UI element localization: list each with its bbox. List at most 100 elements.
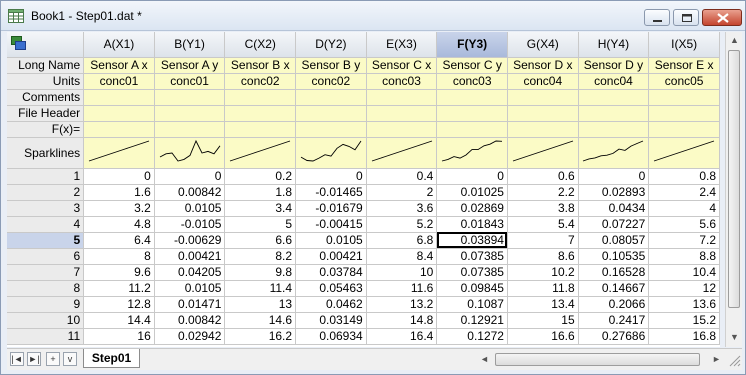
minimize-button[interactable] bbox=[644, 9, 670, 26]
data-cell[interactable]: 5.4 bbox=[507, 216, 579, 233]
close-button[interactable] bbox=[702, 9, 742, 26]
long-name-cell[interactable]: Sensor C y bbox=[436, 57, 508, 74]
column-header[interactable]: C(X2) bbox=[224, 32, 297, 58]
empty-meta-cell[interactable] bbox=[154, 105, 226, 122]
empty-meta-cell[interactable] bbox=[366, 89, 438, 106]
data-cell[interactable]: 0.16528 bbox=[578, 264, 650, 281]
data-cell[interactable]: 0.27686 bbox=[578, 328, 650, 345]
data-cell[interactable]: 0.1272 bbox=[436, 328, 508, 345]
vertical-scroll-thumb[interactable] bbox=[728, 50, 740, 308]
sparkline-cell[interactable] bbox=[295, 137, 367, 169]
data-cell[interactable]: 0.02893 bbox=[578, 184, 650, 201]
empty-meta-cell[interactable] bbox=[295, 89, 367, 106]
empty-meta-cell[interactable] bbox=[436, 89, 508, 106]
column-header[interactable]: G(X4) bbox=[507, 32, 579, 58]
data-cell[interactable]: 0.6 bbox=[507, 168, 579, 185]
data-cell[interactable]: 0 bbox=[578, 168, 650, 185]
empty-meta-cell[interactable] bbox=[83, 121, 155, 138]
data-cell[interactable]: 0.06934 bbox=[295, 328, 367, 345]
empty-meta-cell[interactable] bbox=[224, 105, 297, 122]
column-header[interactable]: F(Y3) bbox=[436, 32, 508, 58]
data-cell[interactable]: 7 bbox=[507, 232, 579, 249]
empty-meta-cell[interactable] bbox=[648, 89, 720, 106]
data-cell[interactable]: 1.6 bbox=[83, 184, 155, 201]
data-cell[interactable]: 0.01025 bbox=[436, 184, 508, 201]
row-number[interactable]: 2 bbox=[7, 184, 85, 201]
data-cell[interactable]: 0.04205 bbox=[154, 264, 226, 281]
data-cell[interactable]: 0.08057 bbox=[578, 232, 650, 249]
empty-meta-cell[interactable] bbox=[224, 89, 297, 106]
data-cell[interactable]: 0.00421 bbox=[154, 248, 226, 265]
empty-meta-cell[interactable] bbox=[295, 105, 367, 122]
data-cell[interactable]: 1.8 bbox=[224, 184, 297, 201]
data-cell[interactable]: 0.03149 bbox=[295, 312, 367, 329]
column-header[interactable]: I(X5) bbox=[648, 32, 720, 58]
data-cell[interactable]: 0.1087 bbox=[436, 296, 508, 313]
units-cell[interactable]: conc03 bbox=[436, 73, 508, 90]
data-cell[interactable]: 0.10535 bbox=[578, 248, 650, 265]
select-all-corner[interactable] bbox=[7, 32, 85, 58]
data-cell[interactable]: 10.2 bbox=[507, 264, 579, 281]
empty-meta-cell[interactable] bbox=[83, 105, 155, 122]
empty-meta-cell[interactable] bbox=[366, 121, 438, 138]
empty-meta-cell[interactable] bbox=[154, 89, 226, 106]
data-cell[interactable]: 0.03894 bbox=[436, 232, 508, 249]
data-cell[interactable]: 0.0105 bbox=[154, 280, 226, 297]
data-cell[interactable]: 8.2 bbox=[224, 248, 297, 265]
data-cell[interactable]: 0.12921 bbox=[436, 312, 508, 329]
data-cell[interactable]: 3.8 bbox=[507, 200, 579, 217]
column-header[interactable]: H(Y4) bbox=[578, 32, 650, 58]
data-cell[interactable]: -0.00629 bbox=[154, 232, 226, 249]
horizontal-scrollbar[interactable]: ◄ ► bbox=[477, 352, 725, 367]
sparkline-cell[interactable] bbox=[224, 137, 297, 169]
data-cell[interactable]: 8.8 bbox=[648, 248, 720, 265]
data-cell[interactable]: 0.0434 bbox=[578, 200, 650, 217]
data-cell[interactable]: 0.14667 bbox=[578, 280, 650, 297]
data-cell[interactable]: 5.2 bbox=[366, 216, 438, 233]
data-cell[interactable]: 8 bbox=[83, 248, 155, 265]
empty-meta-cell[interactable] bbox=[295, 121, 367, 138]
units-cell[interactable]: conc02 bbox=[224, 73, 297, 90]
data-cell[interactable]: 11.6 bbox=[366, 280, 438, 297]
units-cell[interactable]: conc01 bbox=[83, 73, 155, 90]
units-cell[interactable]: conc03 bbox=[366, 73, 438, 90]
empty-meta-cell[interactable] bbox=[578, 105, 650, 122]
sparkline-cell[interactable] bbox=[436, 137, 508, 169]
data-cell[interactable]: 8.6 bbox=[507, 248, 579, 265]
data-cell[interactable]: 0 bbox=[83, 168, 155, 185]
column-header[interactable]: B(Y1) bbox=[154, 32, 226, 58]
data-cell[interactable]: 14.4 bbox=[83, 312, 155, 329]
data-cell[interactable]: 0 bbox=[154, 168, 226, 185]
last-sheet-button[interactable]: ►| bbox=[27, 352, 41, 366]
data-cell[interactable]: 0.00842 bbox=[154, 312, 226, 329]
data-cell[interactable]: 11.2 bbox=[83, 280, 155, 297]
data-cell[interactable]: 2.2 bbox=[507, 184, 579, 201]
units-cell[interactable]: conc01 bbox=[154, 73, 226, 90]
column-header[interactable]: A(X1) bbox=[83, 32, 155, 58]
data-cell[interactable]: 3.2 bbox=[83, 200, 155, 217]
first-sheet-button[interactable]: |◄ bbox=[10, 352, 24, 366]
empty-meta-cell[interactable] bbox=[154, 121, 226, 138]
data-cell[interactable]: 0.8 bbox=[648, 168, 720, 185]
empty-meta-cell[interactable] bbox=[507, 105, 579, 122]
meta-row-label[interactable]: Sparklines bbox=[7, 137, 85, 169]
empty-meta-cell[interactable] bbox=[648, 105, 720, 122]
empty-meta-cell[interactable] bbox=[436, 121, 508, 138]
long-name-cell[interactable]: Sensor A x bbox=[83, 57, 155, 74]
data-cell[interactable]: 9.6 bbox=[83, 264, 155, 281]
data-cell[interactable]: 11.4 bbox=[224, 280, 297, 297]
data-cell[interactable]: 14.6 bbox=[224, 312, 297, 329]
data-cell[interactable]: 5.6 bbox=[648, 216, 720, 233]
long-name-cell[interactable]: Sensor A y bbox=[154, 57, 226, 74]
empty-meta-cell[interactable] bbox=[507, 89, 579, 106]
empty-meta-cell[interactable] bbox=[436, 105, 508, 122]
scroll-down-arrow-icon[interactable]: ▼ bbox=[727, 330, 742, 345]
data-cell[interactable]: 0.05463 bbox=[295, 280, 367, 297]
data-cell[interactable]: 9.8 bbox=[224, 264, 297, 281]
units-cell[interactable]: conc04 bbox=[578, 73, 650, 90]
sparkline-cell[interactable] bbox=[366, 137, 438, 169]
row-number[interactable]: 5 bbox=[7, 232, 85, 249]
scroll-right-arrow-icon[interactable]: ► bbox=[709, 352, 724, 367]
data-cell[interactable]: 6.6 bbox=[224, 232, 297, 249]
meta-row-label[interactable]: Long Name bbox=[7, 57, 85, 74]
